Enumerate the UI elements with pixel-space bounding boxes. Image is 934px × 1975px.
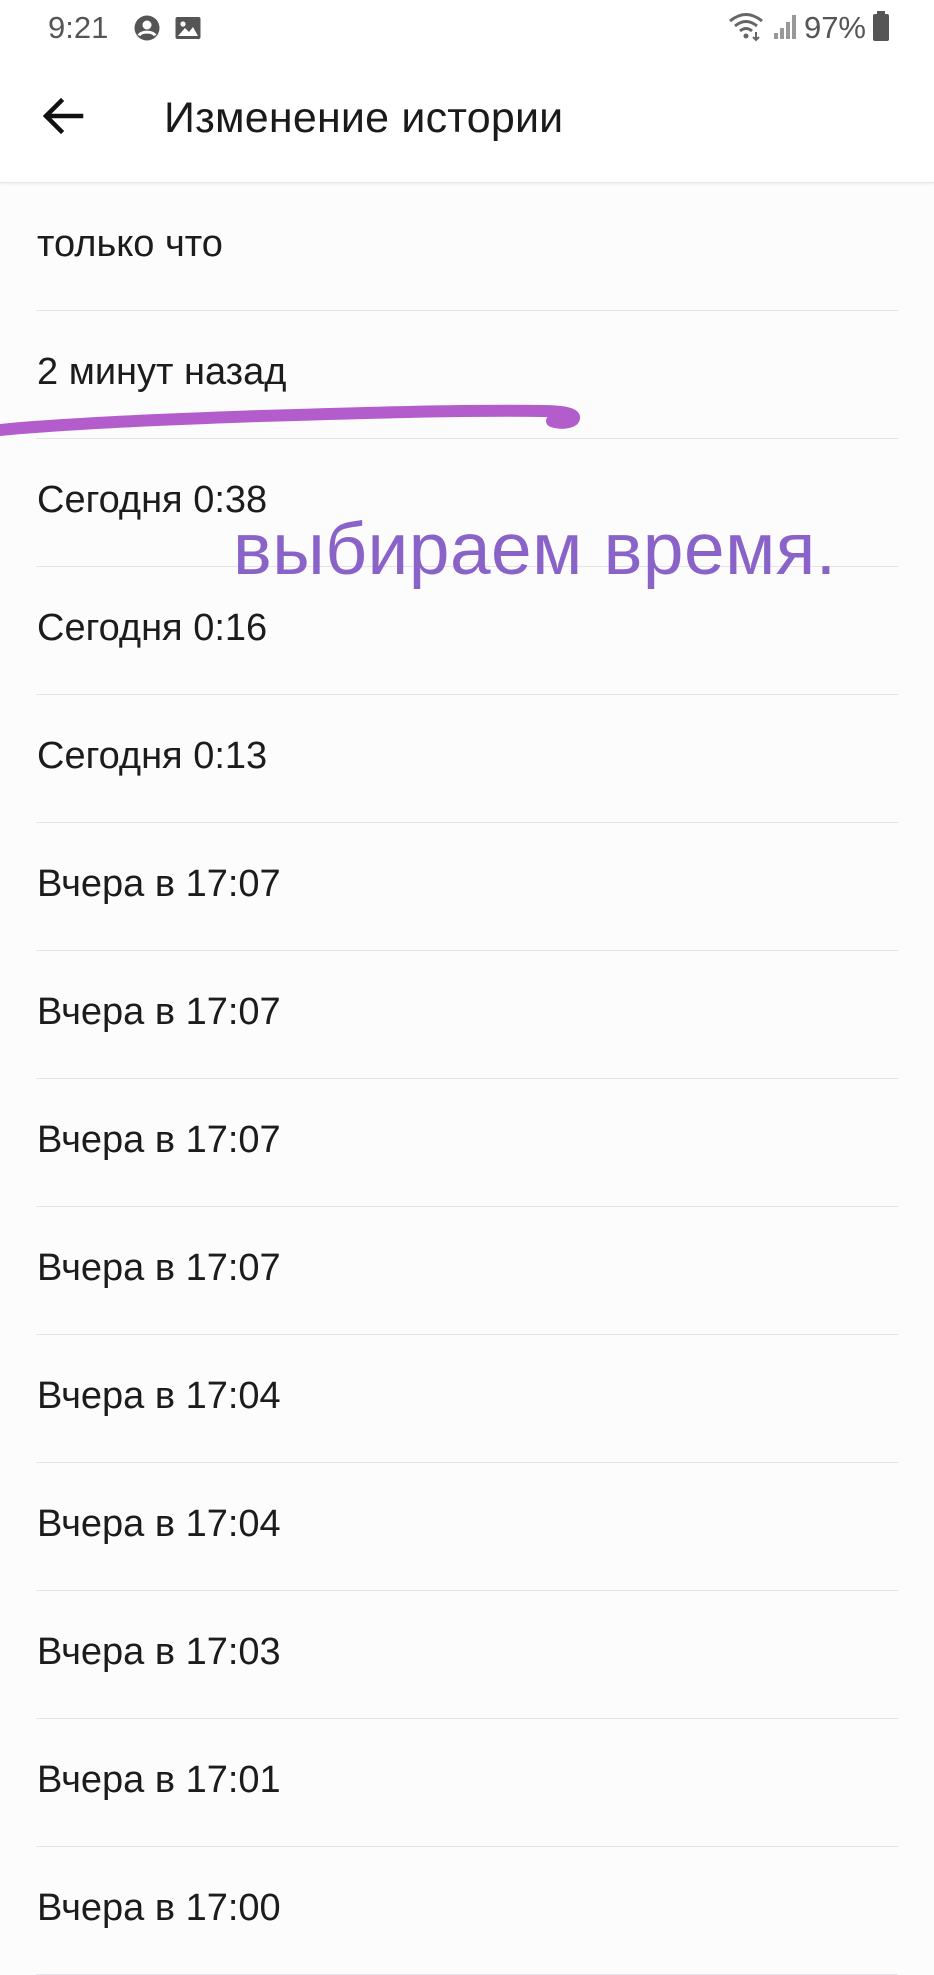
history-item-label: Вчера в 17:07 xyxy=(37,863,281,905)
history-item-label: Вчера в 17:07 xyxy=(37,991,281,1033)
history-item[interactable]: Сегодня 0:38 xyxy=(0,439,934,567)
history-item-label: Вчера в 17:07 xyxy=(37,1119,281,1161)
history-item[interactable]: Вчера в 17:07 xyxy=(0,1207,934,1335)
history-item-label: Вчера в 17:03 xyxy=(37,1631,281,1673)
image-icon xyxy=(174,14,202,42)
history-item-label: Сегодня 0:13 xyxy=(37,735,268,777)
history-item[interactable]: Вчера в 17:07 xyxy=(0,951,934,1079)
history-item[interactable]: Вчера в 17:00 xyxy=(0,1847,934,1975)
history-item-label: Вчера в 17:04 xyxy=(37,1375,281,1417)
history-item[interactable]: Вчера в 17:01 xyxy=(0,1719,934,1847)
history-item-label: 2 минут назад xyxy=(37,351,287,393)
app-bar: Изменение истории xyxy=(0,56,934,183)
history-item[interactable]: Вчера в 17:04 xyxy=(0,1463,934,1591)
history-item-label: Сегодня 0:16 xyxy=(37,607,268,649)
status-time: 9:21 xyxy=(48,10,109,45)
history-item[interactable]: Сегодня 0:16 xyxy=(0,567,934,695)
history-list: только что 2 минут назад Сегодня 0:38 Сегод… xyxy=(0,183,934,1975)
history-item[interactable]: Вчера в 17:07 xyxy=(0,823,934,951)
history-item[interactable]: Вчера в 17:03 xyxy=(0,1591,934,1719)
history-item-label: Вчера в 17:04 xyxy=(37,1503,281,1545)
arrow-left-icon xyxy=(41,96,85,141)
history-item-label: Сегодня 0:38 xyxy=(37,479,268,521)
history-item[interactable]: Сегодня 0:13 xyxy=(0,695,934,823)
history-item[interactable]: Вчера в 17:04 xyxy=(0,1335,934,1463)
status-right: 97% xyxy=(726,8,890,48)
page-title: Изменение истории xyxy=(164,94,564,142)
history-item-label: только что xyxy=(37,223,223,265)
history-item[interactable]: только что xyxy=(0,183,934,311)
status-bar: 9:21 97% xyxy=(0,0,934,56)
history-item-label: Вчера в 17:00 xyxy=(37,1887,281,1929)
history-item[interactable]: 2 минут назад xyxy=(0,311,934,439)
wifi-icon xyxy=(726,10,766,47)
account-circle-icon xyxy=(133,14,161,42)
history-item-label: Вчера в 17:07 xyxy=(37,1247,281,1289)
battery-icon xyxy=(872,10,890,47)
signal-icon xyxy=(772,11,798,46)
back-button[interactable] xyxy=(28,86,98,150)
history-item-label: Вчера в 17:01 xyxy=(37,1759,281,1801)
history-item[interactable]: Вчера в 17:07 xyxy=(0,1079,934,1207)
battery-percent: 97% xyxy=(803,10,866,45)
